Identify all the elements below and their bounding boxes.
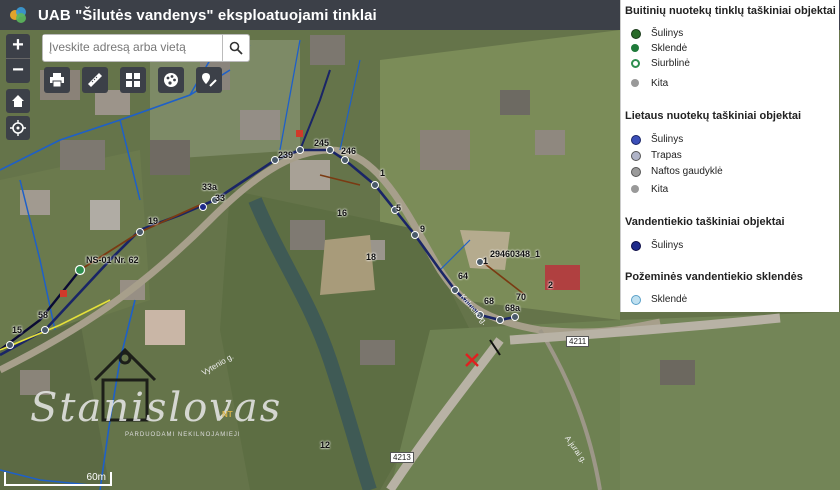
legend-section-title: Buitinių nuotekų tinklų taškiniai objekt…	[625, 5, 836, 17]
app-title: UAB "Šilutės vandenys" eksploatuojami ti…	[38, 6, 377, 24]
search-button[interactable]	[222, 35, 249, 61]
legend-section-title: Lietaus nuotekų taškiniai objektai	[625, 110, 802, 122]
draw-button[interactable]	[196, 67, 222, 93]
legend-item: Sklendė	[651, 43, 688, 54]
ruler-icon	[88, 73, 102, 87]
legend-item: Kita	[651, 184, 669, 195]
legend-item: Sklendė	[651, 294, 688, 305]
manhole-icon	[631, 241, 641, 251]
map-label: 245	[314, 138, 330, 148]
map-label: 1	[380, 168, 386, 178]
valve-icon	[631, 295, 641, 305]
home-button[interactable]	[6, 89, 30, 113]
road-shield: 4211	[566, 336, 590, 347]
home-icon	[12, 95, 24, 107]
manhole-icon	[631, 135, 641, 145]
legend-item: Šulinys	[651, 240, 684, 251]
map-label: 58	[38, 310, 49, 320]
map-label: 70	[516, 292, 527, 302]
basemap-gallery-button[interactable]	[120, 67, 146, 93]
map-label: 16	[337, 208, 348, 218]
road-shield: 4213	[390, 452, 414, 463]
legend-item: Šulinys	[651, 134, 684, 145]
map-label: 239	[278, 150, 294, 160]
zoom-controls: + −	[6, 34, 30, 83]
grid-icon	[126, 73, 140, 87]
valve-icon	[631, 44, 639, 52]
layers-button[interactable]	[158, 67, 184, 93]
map-label: 19	[148, 216, 159, 226]
locate-icon	[10, 120, 26, 136]
map-label: 64	[458, 271, 469, 281]
legend-section-title: Požeminės vandentiekio sklendės	[625, 271, 803, 283]
print-button[interactable]	[44, 67, 70, 93]
legend-item: Siurblinė	[651, 58, 690, 69]
legend-item: Trapas	[651, 150, 682, 161]
zoom-in-button[interactable]: +	[6, 34, 30, 58]
map-label: 12	[320, 440, 331, 450]
pump-station-icon	[631, 59, 640, 68]
map-label: 9	[420, 224, 426, 234]
map-label: 29460348_1	[490, 249, 541, 259]
search-icon	[229, 41, 243, 55]
map-label: 33	[215, 193, 226, 203]
watermark-subtitle: PARDUODAMI NEKILNOJAMIEJI	[125, 432, 241, 438]
map-label: 5	[396, 203, 402, 213]
map-label: NS-01 Nr. 62	[86, 255, 139, 265]
zoom-out-button[interactable]: −	[6, 59, 30, 83]
map-label: 246	[341, 146, 357, 156]
map-label: 1	[483, 256, 489, 266]
other-icon	[631, 79, 639, 87]
search-bar	[42, 34, 250, 62]
map-label: 18	[366, 252, 377, 262]
locate-button[interactable]	[6, 116, 30, 140]
oil-separator-icon	[631, 167, 641, 177]
measure-button[interactable]	[82, 67, 108, 93]
map-label: 15	[12, 325, 23, 335]
map-label: 2	[548, 280, 554, 290]
other-icon	[631, 185, 639, 193]
search-input[interactable]	[43, 35, 223, 59]
palette-icon	[164, 73, 178, 87]
watermark-tag: NT	[222, 410, 233, 419]
scale-bar: 60m	[4, 472, 112, 486]
drain-icon	[631, 151, 641, 161]
map-label: 68a	[505, 303, 521, 313]
manhole-icon	[631, 29, 641, 39]
legend-item: Naftos gaudyklė	[651, 166, 723, 177]
app-logo-icon	[10, 7, 26, 23]
map-label: 33a	[202, 182, 218, 192]
legend-section-title: Vandentiekio taškiniai objektai	[625, 216, 785, 228]
legend-item: Šulinys	[651, 28, 684, 39]
printer-icon	[50, 73, 64, 88]
pin-pencil-icon	[202, 73, 217, 87]
legend-item: Kita	[651, 78, 669, 89]
map-label: 68	[484, 296, 495, 306]
watermark: Stanislovas	[30, 385, 283, 431]
legend-panel: Buitinių nuotekų tinklų taškiniai objekt…	[620, 0, 839, 312]
